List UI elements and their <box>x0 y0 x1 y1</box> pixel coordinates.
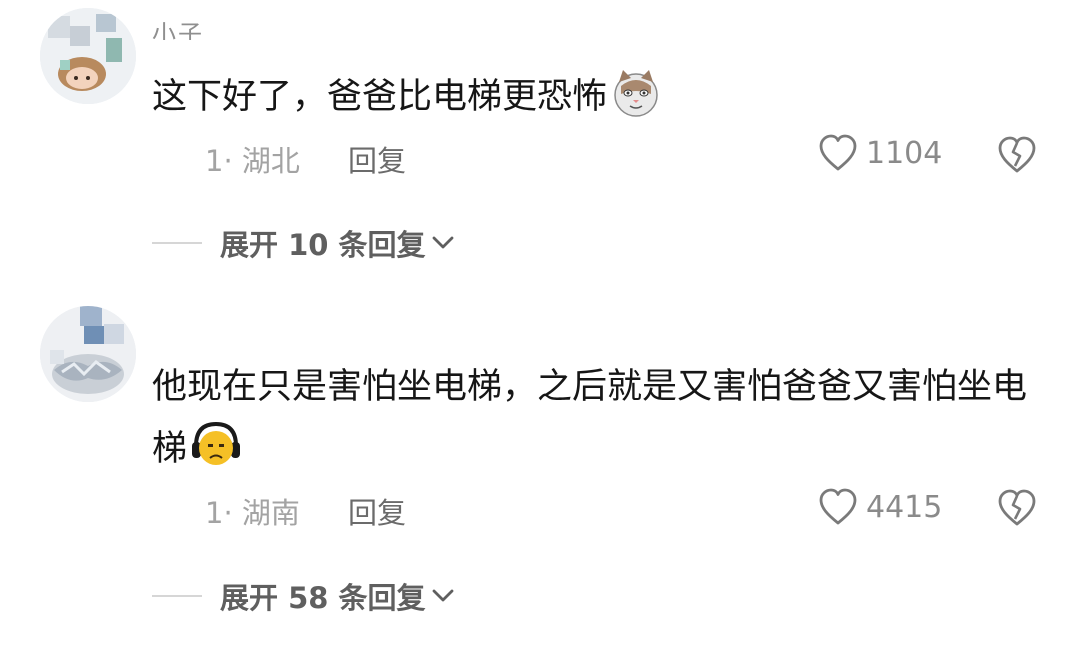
cat-face-icon <box>614 70 658 117</box>
dislike-button[interactable] <box>996 136 1038 178</box>
location-meta: 1· 湖南 <box>205 496 300 530</box>
comment-text: 他现在只是害怕坐电梯，之后就是又害怕爸爸又害怕坐电梯 <box>152 356 1052 480</box>
reply-button[interactable]: 回复 <box>348 138 406 180</box>
comment-body: 这下好了，爸爸比电梯更恐怖 <box>152 77 608 117</box>
heart-icon <box>819 134 857 171</box>
expand-replies-button[interactable]: 展开 58 条回复 <box>152 575 454 617</box>
location-meta: 1· 湖北 <box>205 144 300 178</box>
divider <box>152 242 202 244</box>
broken-heart-icon <box>998 489 1036 526</box>
comment-body: 他现在只是害怕坐电梯，之后就是又害怕爸爸又害怕坐电梯 <box>152 367 1028 469</box>
chevron-down-icon <box>432 236 453 249</box>
avatar[interactable] <box>40 306 136 402</box>
avatar[interactable] <box>40 8 136 104</box>
like-count: 4415 <box>866 489 943 525</box>
username[interactable]: 小子 <box>152 14 204 40</box>
expand-replies-label: 展开 58 条回复 <box>220 581 426 615</box>
broken-heart-icon <box>998 136 1036 173</box>
reply-button[interactable]: 回复 <box>348 490 406 532</box>
like-button[interactable]: 1104 <box>818 134 942 172</box>
like-count: 1104 <box>866 135 943 171</box>
chevron-down-icon <box>432 589 453 602</box>
heart-icon <box>819 488 857 525</box>
comment-item: 小子 这下好了，爸爸比电梯更恐怖 1· 湖北 回复 1104 展开 10 条回复 <box>0 0 1080 290</box>
comment-item: 他现在只是害怕坐电梯，之后就是又害怕爸爸又害怕坐电梯 1· 湖南 回复 4415… <box>0 300 1080 657</box>
expand-replies-label: 展开 10 条回复 <box>220 228 426 262</box>
expand-replies-button[interactable]: 展开 10 条回复 <box>152 222 454 264</box>
like-button[interactable]: 4415 <box>818 488 942 526</box>
divider <box>152 595 202 597</box>
headphones-face-icon <box>192 421 241 465</box>
dislike-button[interactable] <box>996 489 1038 531</box>
comment-text: 这下好了，爸爸比电梯更恐怖 <box>152 66 1052 128</box>
